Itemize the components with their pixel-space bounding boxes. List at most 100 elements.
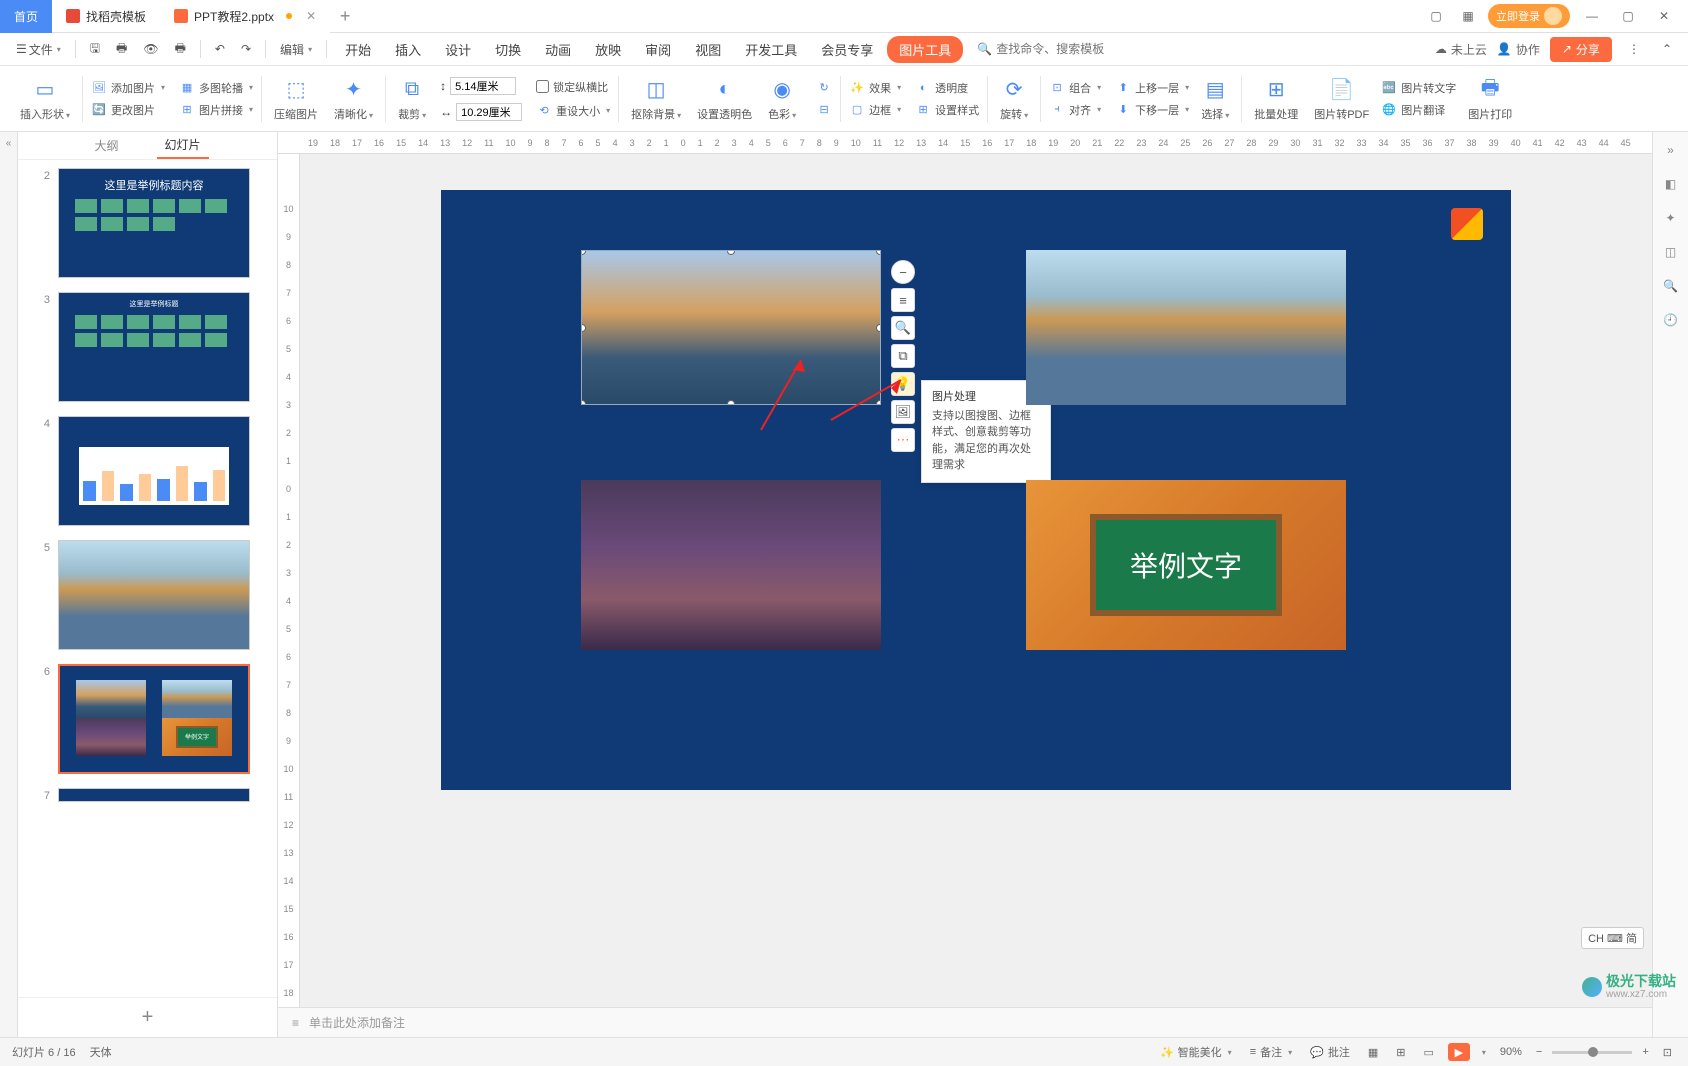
- down-layer-button[interactable]: ⬇下移一层▾: [1111, 100, 1193, 120]
- share-button[interactable]: ↗分享: [1550, 37, 1612, 62]
- set-style-button[interactable]: ⊞设置样式: [911, 100, 983, 120]
- tab-design[interactable]: 设计: [435, 34, 481, 65]
- play-button[interactable]: ▶: [1448, 1043, 1470, 1061]
- remove-bg-button[interactable]: ◫ 抠除背景▾: [623, 66, 689, 131]
- login-button[interactable]: 立即登录: [1488, 4, 1570, 28]
- right-search-icon[interactable]: 🔍: [1661, 276, 1681, 296]
- compress-button[interactable]: ⬚ 压缩图片: [266, 66, 326, 131]
- tab-slides[interactable]: 幻灯片: [157, 132, 209, 159]
- insert-shape-group[interactable]: ▭ 插入形状▾: [12, 66, 78, 131]
- zoom-slider[interactable]: [1552, 1051, 1632, 1054]
- right-object-icon[interactable]: ◫: [1661, 242, 1681, 262]
- tab-transition[interactable]: 切换: [485, 34, 531, 65]
- thumb-4[interactable]: 4: [34, 416, 261, 526]
- thumb-7[interactable]: 7: [34, 788, 261, 802]
- float-process-icon[interactable]: 💡: [891, 372, 915, 396]
- print-icon[interactable]: 🖶: [110, 35, 133, 64]
- fit-icon[interactable]: ⊡: [1659, 1044, 1676, 1061]
- image-mountain-selected[interactable]: [581, 250, 881, 405]
- redo-icon[interactable]: ↷: [235, 38, 257, 60]
- float-zoom-icon[interactable]: 🔍: [891, 316, 915, 340]
- tab-start[interactable]: 开始: [335, 34, 381, 65]
- pic-print-button[interactable]: 🖶图片打印: [1460, 66, 1520, 131]
- right-design-icon[interactable]: ◧: [1661, 174, 1681, 194]
- set-trans-button[interactable]: ◐ 设置透明色: [689, 66, 760, 131]
- pic-join-button[interactable]: ⊞图片拼接▾: [175, 100, 257, 120]
- handle-e[interactable]: [876, 324, 881, 332]
- handle-se[interactable]: [876, 400, 881, 405]
- more-icon[interactable]: ⋮: [1622, 38, 1646, 60]
- thumb-5[interactable]: 5: [34, 540, 261, 650]
- multi-outline-button[interactable]: ▦多图轮播▾: [175, 78, 257, 98]
- float-crop-icon[interactable]: ⧉: [891, 344, 915, 368]
- pic2pdf-button[interactable]: 📄图片转PDF: [1306, 66, 1377, 131]
- add-slide-button[interactable]: +: [18, 997, 277, 1037]
- cloud-status[interactable]: ☁未上云: [1435, 41, 1487, 58]
- border-button[interactable]: ▢边框▾: [845, 100, 905, 120]
- zoom-value[interactable]: 90%: [1496, 1044, 1526, 1060]
- slide[interactable]: − ≡ 🔍 ⧉ 💡 🖼 ⋯ 图片处理 支持以图搜图、边框样式、创意裁剪等功能，满…: [441, 190, 1511, 790]
- close-button[interactable]: ✕: [1650, 4, 1678, 28]
- lock-ratio-checkbox[interactable]: 锁定纵横比: [532, 77, 614, 97]
- view-normal-icon[interactable]: ▦: [1364, 1044, 1382, 1061]
- width-input[interactable]: [456, 103, 522, 121]
- tab-slideshow[interactable]: 放映: [585, 34, 631, 65]
- thumb-3[interactable]: 3 这里是举例标题: [34, 292, 261, 402]
- group-button[interactable]: ⊡组合▾: [1045, 78, 1105, 98]
- image-lake[interactable]: [1026, 250, 1346, 405]
- tab-insert[interactable]: 插入: [385, 34, 431, 65]
- right-expand-icon[interactable]: »: [1661, 140, 1681, 160]
- menu-button[interactable]: ☰ 文件▾: [10, 37, 67, 62]
- search-input[interactable]: [996, 42, 1136, 56]
- reset-size-button[interactable]: ⟲重设大小▾: [532, 101, 614, 121]
- tab-dev[interactable]: 开发工具: [735, 34, 807, 65]
- undo-icon[interactable]: ↶: [209, 38, 231, 60]
- sharpen-button[interactable]: ✦ 清晰化▾: [326, 66, 381, 131]
- pic2text-button[interactable]: 🔤图片转文字: [1377, 78, 1460, 98]
- float-more-icon[interactable]: ⋯: [891, 428, 915, 452]
- zoom-in-icon[interactable]: +: [1642, 1046, 1648, 1058]
- edit-menu[interactable]: 编辑▾: [274, 37, 318, 62]
- tab-file[interactable]: PPT教程2.pptx ✕: [160, 0, 330, 33]
- notes-button[interactable]: ≡备注▾: [1246, 1042, 1296, 1062]
- thumb-2[interactable]: 2 这里是举例标题内容: [34, 168, 261, 278]
- up-layer-button[interactable]: ⬆上移一层▾: [1111, 78, 1193, 98]
- view-sorter-icon[interactable]: ⊞: [1392, 1044, 1409, 1061]
- pic-translate-button[interactable]: 🌐图片翻译: [1377, 100, 1460, 120]
- crop-button[interactable]: ⧉ 裁剪▾: [390, 66, 434, 131]
- notes-placeholder[interactable]: 单击此处添加备注: [309, 1014, 405, 1031]
- close-icon[interactable]: ✕: [306, 9, 316, 23]
- reset-pic-button[interactable]: ↻: [812, 78, 836, 98]
- handle-nw[interactable]: [581, 250, 586, 255]
- tab-animation[interactable]: 动画: [535, 34, 581, 65]
- effect-button[interactable]: ✨效果▾: [845, 78, 905, 98]
- color-button[interactable]: ◉ 色彩▾: [760, 66, 804, 131]
- right-time-icon[interactable]: 🕘: [1661, 310, 1681, 330]
- maximize-button[interactable]: ▢: [1614, 4, 1642, 28]
- smart-beauty-button[interactable]: ✨智能美化▾: [1156, 1042, 1236, 1062]
- search-box[interactable]: 🔍: [977, 42, 1136, 56]
- handle-s[interactable]: [727, 400, 735, 405]
- handle-ne[interactable]: [876, 250, 881, 255]
- preview-icon[interactable]: 👁: [137, 38, 164, 60]
- export-icon[interactable]: 🖶: [169, 35, 192, 64]
- height-input[interactable]: [450, 77, 516, 95]
- image-city[interactable]: [581, 480, 881, 650]
- transparency-button[interactable]: ◐透明度: [911, 78, 983, 98]
- tab-picture-tools[interactable]: 图片工具: [887, 36, 963, 63]
- tab-view[interactable]: 视图: [685, 34, 731, 65]
- rotate-button[interactable]: ⟳ 旋转▾: [992, 66, 1036, 131]
- handle-n[interactable]: [727, 250, 735, 255]
- canvas[interactable]: − ≡ 🔍 ⧉ 💡 🖼 ⋯ 图片处理 支持以图搜图、边框样式、创意裁剪等功能，满…: [300, 154, 1652, 1007]
- layout-icon[interactable]: ▢: [1424, 4, 1448, 28]
- apps-icon[interactable]: ▦: [1456, 4, 1480, 28]
- handle-sw[interactable]: [581, 400, 586, 405]
- select-button[interactable]: ▤ 选择▾: [1193, 66, 1237, 131]
- reset-pic-button2[interactable]: ⊟: [812, 100, 836, 120]
- tab-outline[interactable]: 大纲: [86, 133, 126, 158]
- tab-add[interactable]: +: [330, 6, 360, 27]
- zoom-out-icon[interactable]: −: [1536, 1046, 1542, 1058]
- batch-button[interactable]: ⊞批量处理: [1246, 66, 1306, 131]
- view-reading-icon[interactable]: ▭: [1419, 1044, 1437, 1061]
- thumb-list[interactable]: 2 这里是举例标题内容 3 这里是举例标题 4 5 6 举例文字 7: [18, 160, 277, 997]
